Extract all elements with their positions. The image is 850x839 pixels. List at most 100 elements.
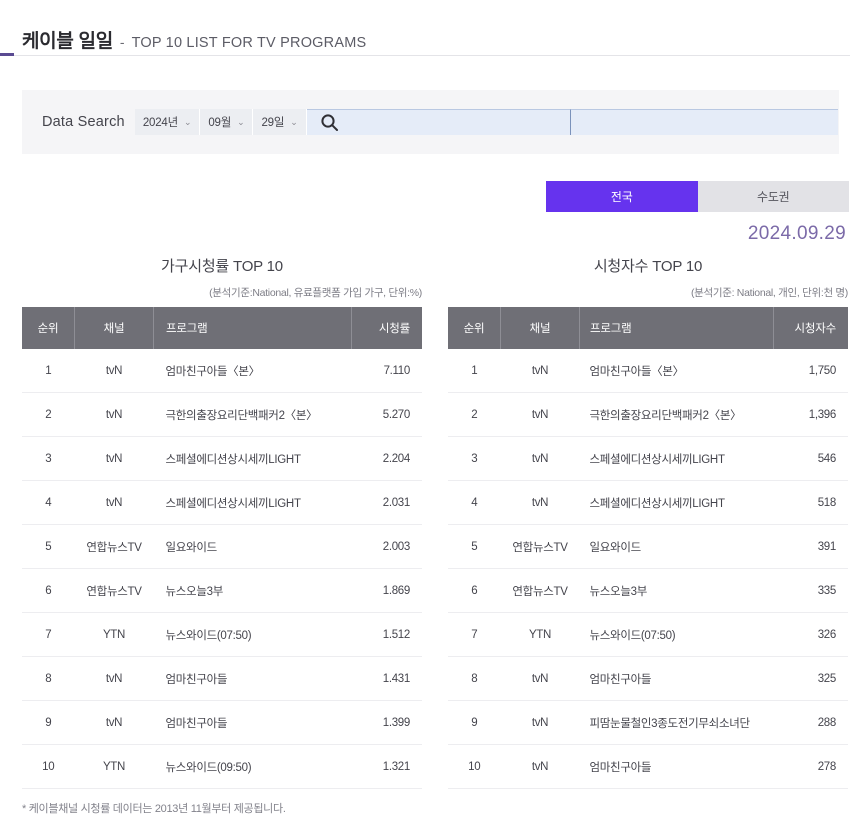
- table-row[interactable]: 9 tvN 피땀눈물철인3종도전기무쇠소녀단 288: [448, 700, 848, 745]
- data-search-label: Data Search: [42, 114, 125, 130]
- search-button[interactable]: [306, 109, 353, 135]
- table-row[interactable]: 5 연합뉴스TV 일요와이드 391: [448, 524, 848, 569]
- search-input[interactable]: [352, 110, 570, 135]
- cell-program: 엄마친구아들: [579, 744, 774, 789]
- chevron-down-icon: ⌄: [290, 116, 298, 127]
- table-row[interactable]: 1 tvN 엄마친구아들〈본〉 1,750: [448, 349, 848, 393]
- cell-value: 2.003: [351, 524, 422, 569]
- cell-rank: 1: [22, 349, 75, 393]
- table-row[interactable]: 7 YTN 뉴스와이드(07:50) 1.512: [22, 612, 422, 657]
- table-row[interactable]: 2 tvN 극한의출장요리단백패커2〈본〉 1,396: [448, 392, 848, 437]
- cell-program: 일요와이드: [153, 524, 352, 569]
- table-row[interactable]: 3 tvN 스페셜에디션상시세끼LIGHT 546: [448, 436, 848, 481]
- selected-date-display: 2024.09.29: [747, 223, 846, 244]
- cell-value: 326: [773, 612, 848, 657]
- column-header-program: 프로그램: [153, 307, 352, 349]
- search-keyword-field[interactable]: [352, 109, 571, 135]
- cell-rank: 5: [22, 524, 75, 569]
- viewers-count-note: (분석기준: National, 개인, 단위:천 명): [690, 287, 848, 299]
- year-select[interactable]: 2024년 ⌄: [134, 109, 201, 135]
- viewers-count-table: 순위 채널 프로그램 시청자수 1 tvN 엄마친구아들〈본〉 1,750 2 …: [448, 307, 848, 789]
- region-tab-nationwide[interactable]: 전국: [546, 181, 698, 212]
- cell-value: 1.431: [351, 656, 422, 701]
- table-row[interactable]: 4 tvN 스페셜에디션상시세끼LIGHT 518: [448, 480, 848, 525]
- cell-program: 엄마친구아들: [153, 700, 352, 745]
- page-title-separator: -: [119, 34, 125, 50]
- search-secondary-input[interactable]: [570, 110, 838, 135]
- table-row[interactable]: 3 tvN 스페셜에디션상시세끼LIGHT 2.204: [22, 436, 422, 481]
- day-select[interactable]: 29일 ⌄: [253, 109, 307, 135]
- household-rating-table: 순위 채널 프로그램 시청률 1 tvN 엄마친구아들〈본〉 7.110 2 t…: [22, 307, 422, 789]
- cell-value: 278: [773, 744, 848, 789]
- table-row[interactable]: 6 연합뉴스TV 뉴스오늘3부 335: [448, 568, 848, 613]
- cell-program: 스페셜에디션상시세끼LIGHT: [579, 436, 774, 481]
- page-title: 케이블 일일 - TOP 10 LIST FOR TV PROGRAMS: [22, 26, 850, 53]
- cell-rank: 10: [22, 744, 75, 789]
- cell-rank: 2: [448, 392, 501, 437]
- cell-channel: tvN: [74, 436, 154, 481]
- cell-program: 뉴스와이드(09:50): [153, 744, 352, 789]
- household-rating-title: 가구시청률 TOP 10: [161, 258, 283, 275]
- column-header-program: 프로그램: [579, 307, 774, 349]
- column-header-rank: 순위: [22, 307, 75, 349]
- cell-value: 2.031: [351, 480, 422, 525]
- cell-program: 뉴스오늘3부: [153, 568, 352, 613]
- cell-program: 뉴스오늘3부: [579, 568, 774, 613]
- search-secondary-field[interactable]: [570, 109, 838, 135]
- region-tab-metropolitan[interactable]: 수도권: [697, 181, 849, 212]
- viewers-count-title: 시청자수 TOP 10: [593, 258, 703, 275]
- cell-program: 엄마친구아들〈본〉: [579, 349, 774, 393]
- cell-program: 극한의출장요리단백패커2〈본〉: [153, 392, 352, 437]
- cell-value: 1.869: [351, 568, 422, 613]
- table-row[interactable]: 10 tvN 엄마친구아들 278: [448, 744, 848, 789]
- year-select-value: 2024년: [142, 117, 178, 129]
- cell-rank: 1: [448, 349, 501, 393]
- cell-value: 7.110: [351, 349, 422, 393]
- table-row[interactable]: 6 연합뉴스TV 뉴스오늘3부 1.869: [22, 568, 422, 613]
- cell-rank: 7: [448, 612, 501, 657]
- cell-rank: 6: [448, 568, 501, 613]
- cell-channel: 연합뉴스TV: [74, 568, 154, 613]
- search-icon: [321, 114, 339, 131]
- cell-program: 엄마친구아들〈본〉: [153, 349, 352, 393]
- table-row[interactable]: 10 YTN 뉴스와이드(09:50) 1.321: [22, 744, 422, 789]
- table-row[interactable]: 5 연합뉴스TV 일요와이드 2.003: [22, 524, 422, 569]
- cell-rank: 3: [448, 436, 501, 481]
- table-header-row: 순위 채널 프로그램 시청자수: [448, 307, 848, 349]
- data-search-panel: Data Search 2024년 ⌄ 09월 ⌄ 29일 ⌄: [22, 90, 839, 154]
- month-select[interactable]: 09월 ⌄: [200, 109, 254, 135]
- cell-value: 1.399: [351, 700, 422, 745]
- ranking-tables: 가구시청률 TOP 10 (분석기준:National, 유료플랫폼 가입 가구…: [0, 255, 850, 789]
- cell-channel: tvN: [74, 700, 154, 745]
- cell-value: 335: [773, 568, 848, 613]
- cell-program: 엄마친구아들: [579, 656, 774, 701]
- cell-value: 288: [773, 700, 848, 745]
- cell-rank: 5: [448, 524, 501, 569]
- cell-program: 스페셜에디션상시세끼LIGHT: [153, 436, 352, 481]
- footnote: * 케이블채널 시청률 데이터는 2013년 11월부터 제공됩니다.: [22, 803, 286, 815]
- table-row[interactable]: 8 tvN 엄마친구아들 1.431: [22, 656, 422, 701]
- cell-rank: 3: [22, 436, 75, 481]
- table-row[interactable]: 1 tvN 엄마친구아들〈본〉 7.110: [22, 349, 422, 393]
- cell-rank: 4: [22, 480, 75, 525]
- column-header-value: 시청률: [351, 307, 422, 349]
- cell-rank: 2: [22, 392, 75, 437]
- table-row[interactable]: 7 YTN 뉴스와이드(07:50) 326: [448, 612, 848, 657]
- cell-value: 518: [773, 480, 848, 525]
- cell-value: 1.321: [351, 744, 422, 789]
- cell-value: 325: [773, 656, 848, 701]
- cell-rank: 6: [22, 568, 75, 613]
- cell-channel: tvN: [500, 392, 580, 437]
- chevron-down-icon: ⌄: [183, 116, 192, 127]
- table-row[interactable]: 8 tvN 엄마친구아들 325: [448, 656, 848, 701]
- cell-rank: 8: [448, 656, 501, 701]
- cell-value: 2.204: [351, 436, 422, 481]
- cell-program: 뉴스와이드(07:50): [579, 612, 774, 657]
- day-select-value: 29일: [261, 117, 285, 129]
- table-row[interactable]: 2 tvN 극한의출장요리단백패커2〈본〉 5.270: [22, 392, 422, 437]
- cell-channel: tvN: [74, 480, 154, 525]
- table-row[interactable]: 9 tvN 엄마친구아들 1.399: [22, 700, 422, 745]
- table-row[interactable]: 4 tvN 스페셜에디션상시세끼LIGHT 2.031: [22, 480, 422, 525]
- column-header-value: 시청자수: [773, 307, 848, 349]
- page-title-english: TOP 10 LIST FOR TV PROGRAMS: [131, 35, 367, 51]
